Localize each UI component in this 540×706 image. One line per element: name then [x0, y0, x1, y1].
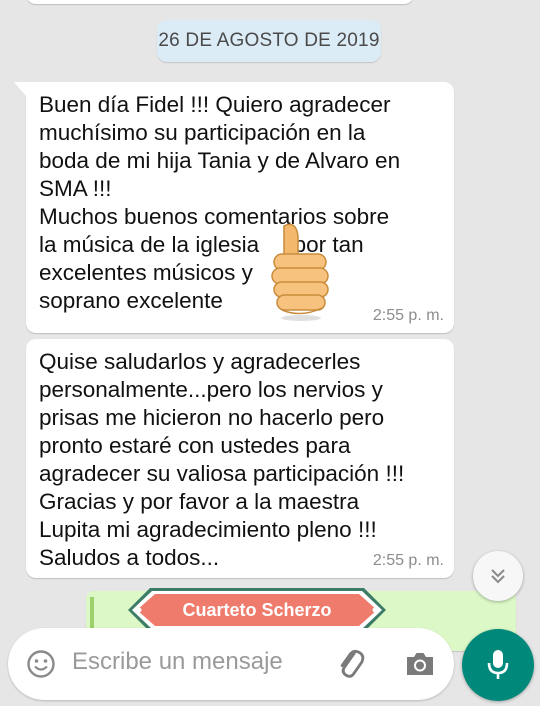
message-text: Quise saludarlos y agradecerles personal… [39, 349, 405, 570]
mic-icon [487, 650, 509, 679]
message-time: 2:55 p. m. [372, 552, 444, 569]
message-text: Buen día Fidel !!! Quiero agradecer much… [39, 92, 401, 313]
mic-button[interactable] [462, 629, 534, 701]
chevron-down-icon [491, 569, 505, 584]
date-chip: 26 DE AGOSTO DE 2019 [157, 20, 381, 62]
group-name-banner-label-wrap: Cuarteto Scherzo [128, 586, 386, 634]
message-input-bar[interactable]: Escribe un mensaje [8, 628, 454, 700]
message-time: 2:55 p. m. [372, 307, 444, 324]
attach-icon[interactable] [334, 646, 368, 682]
group-name-label: Cuarteto Scherzo [182, 599, 332, 620]
previous-message-bubble [26, 0, 414, 4]
thumbs-up-icon [271, 223, 329, 321]
message-input[interactable]: Escribe un mensaje [72, 648, 283, 676]
emoji-icon[interactable] [26, 649, 56, 679]
scroll-to-bottom-button[interactable] [473, 551, 523, 601]
incoming-message[interactable]: Quise saludarlos y agradecerles personal… [26, 339, 454, 578]
camera-icon[interactable] [404, 650, 436, 678]
incoming-message[interactable]: Buen día Fidel !!! Quiero agradecer much… [14, 82, 454, 333]
